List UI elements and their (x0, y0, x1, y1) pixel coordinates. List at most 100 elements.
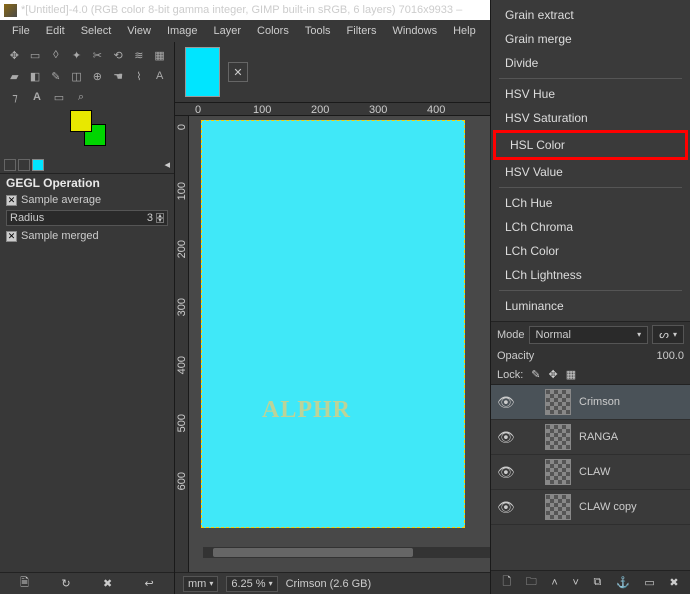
eye-icon[interactable]: 👁 (497, 464, 513, 481)
tool-zoom[interactable]: ⌕ (72, 88, 90, 106)
blend-hsl-color[interactable]: HSL Color (496, 133, 685, 157)
sample-average-checkbox[interactable]: ✕ (6, 195, 17, 206)
blend-grain-extract[interactable]: Grain extract (491, 3, 690, 27)
tool-path[interactable]: ⌇ (131, 67, 148, 85)
eye-icon[interactable]: 👁 (497, 394, 513, 411)
ruler-vertical[interactable]: 0 100 200 300 400 500 600 (175, 116, 189, 572)
menu-select[interactable]: Select (73, 22, 120, 40)
new-group-icon[interactable]: 🗀 (526, 573, 537, 592)
new-layer-icon[interactable]: 🗋 (502, 573, 511, 592)
menu-edit[interactable]: Edit (38, 22, 73, 40)
blend-grain-merge[interactable]: Grain merge (491, 27, 690, 51)
tool-bucket[interactable]: ▰ (6, 67, 23, 85)
tool-crop[interactable]: ✂ (89, 46, 106, 64)
layer-row[interactable]: 👁 CLAW copy (491, 490, 690, 525)
lock-pixels-icon[interactable]: ✎ (531, 368, 540, 381)
ruler-h-300: 300 (369, 104, 387, 116)
ruler-v-300: 300 (176, 298, 188, 316)
tool-warp[interactable]: ≋ (131, 46, 148, 64)
mask-layer-icon[interactable]: ▭ (644, 576, 654, 589)
radius-down[interactable]: ▾ (156, 218, 164, 223)
tool-fuzzy-select[interactable]: ✦ (68, 46, 85, 64)
blend-luminance[interactable]: Luminance (491, 294, 690, 318)
dock-tab-1[interactable] (4, 159, 16, 171)
canvas[interactable]: ALPHR (201, 120, 465, 528)
layer-name[interactable]: Crimson (579, 396, 620, 408)
blend-hsv-hue[interactable]: HSV Hue (491, 82, 690, 106)
lock-position-icon[interactable]: ✥ (549, 368, 558, 381)
tool-picker[interactable]: ⁊ (6, 88, 24, 106)
mode-combo[interactable]: Normal▾ (529, 326, 649, 344)
eye-icon[interactable]: 👁 (497, 499, 513, 516)
merge-layer-icon[interactable]: ⚓ (616, 576, 630, 589)
lock-alpha-icon[interactable]: ▦ (566, 368, 576, 381)
blend-lch-chroma[interactable]: LCh Chroma (491, 215, 690, 239)
raise-layer-icon[interactable]: ˄ (551, 577, 557, 589)
tool-clone[interactable]: ⊕ (89, 67, 106, 85)
menu-layer[interactable]: Layer (206, 22, 250, 40)
eye-icon[interactable]: 👁 (497, 429, 513, 446)
menu-colors[interactable]: Colors (249, 22, 297, 40)
menu-windows[interactable]: Windows (384, 22, 445, 40)
tool-rotate[interactable]: ⟲ (110, 46, 127, 64)
layer-name[interactable]: RANGA (579, 431, 618, 443)
blend-lch-lightness[interactable]: LCh Lightness (491, 263, 690, 287)
sample-merged-checkbox[interactable]: ✕ (6, 231, 17, 242)
layer-thumbnail[interactable] (545, 389, 571, 415)
zoom-combo[interactable]: 6.25 %▾ (226, 576, 277, 592)
window-title: *[Untitled]-4.0 (RGB color 8-bit gamma i… (21, 4, 462, 16)
menu-file[interactable]: File (4, 22, 38, 40)
layer-name[interactable]: CLAW copy (579, 501, 637, 513)
blend-hsv-value[interactable]: HSV Value (491, 160, 690, 184)
mode-switch-icon[interactable]: ᔕ▾ (652, 325, 684, 344)
blend-hsv-saturation[interactable]: HSV Saturation (491, 106, 690, 130)
layer-thumbnail[interactable] (545, 494, 571, 520)
layer-row[interactable]: 👁 RANGA (491, 420, 690, 455)
layer-row[interactable]: 👁 CLAW (491, 455, 690, 490)
lower-layer-icon[interactable]: ˅ (572, 577, 578, 589)
menu-help[interactable]: Help (445, 22, 484, 40)
menu-view[interactable]: View (119, 22, 159, 40)
radius-input[interactable]: Radius 3 ▴▾ (6, 210, 168, 226)
menu-image[interactable]: Image (159, 22, 206, 40)
app-icon (4, 4, 17, 17)
dock-tab-2[interactable] (18, 159, 30, 171)
blend-divide[interactable]: Divide (491, 51, 690, 75)
tool-gradient[interactable]: ◧ (27, 67, 44, 85)
scrollbar-h-thumb[interactable] (213, 548, 413, 557)
duplicate-layer-icon[interactable]: ⧉ (594, 576, 602, 589)
layer-thumbnail[interactable] (545, 459, 571, 485)
close-image-button[interactable]: ✕ (228, 62, 248, 82)
tool-deform[interactable]: ▦ (151, 46, 168, 64)
restore-icon[interactable]: ↻ (61, 577, 70, 590)
unit-combo[interactable]: mm▾ (183, 576, 218, 592)
delete-layer-icon[interactable]: ✖ (669, 576, 678, 589)
opacity-value[interactable]: 100.0 (656, 350, 684, 362)
blend-lch-color[interactable]: LCh Color (491, 239, 690, 263)
ruler-v-500: 500 (176, 414, 188, 432)
dock-tab-3[interactable] (32, 159, 44, 171)
menu-tools[interactable]: Tools (297, 22, 339, 40)
tool-options-title: GEGL Operation (0, 174, 174, 192)
blend-lch-hue[interactable]: LCh Hue (491, 191, 690, 215)
menu-filters[interactable]: Filters (339, 22, 385, 40)
tool-free-select[interactable]: ◊ (48, 46, 65, 64)
foreground-color[interactable] (70, 110, 92, 132)
reset-icon[interactable]: ↩ (145, 577, 154, 590)
tool-pencil[interactable]: ✎ (48, 67, 65, 85)
layer-thumbnail[interactable] (545, 424, 571, 450)
tool-eraser[interactable]: ◫ (68, 67, 85, 85)
image-thumbnail[interactable] (185, 47, 220, 97)
save-preset-icon[interactable]: 🗎 (20, 574, 29, 593)
delete-icon[interactable]: ✖ (103, 577, 112, 590)
tool-move[interactable]: ✥ (6, 46, 23, 64)
tool-text[interactable]: A (151, 67, 168, 85)
layer-name[interactable]: CLAW (579, 466, 610, 478)
tool-picker2[interactable]: A (28, 88, 46, 106)
color-swatches[interactable] (66, 110, 168, 152)
dock-config-icon[interactable]: ◂ (164, 158, 170, 171)
layer-row[interactable]: 👁 Crimson (491, 385, 690, 420)
tool-measure[interactable]: ▭ (50, 88, 68, 106)
tool-rect-select[interactable]: ▭ (27, 46, 44, 64)
tool-smudge[interactable]: ☚ (110, 67, 127, 85)
